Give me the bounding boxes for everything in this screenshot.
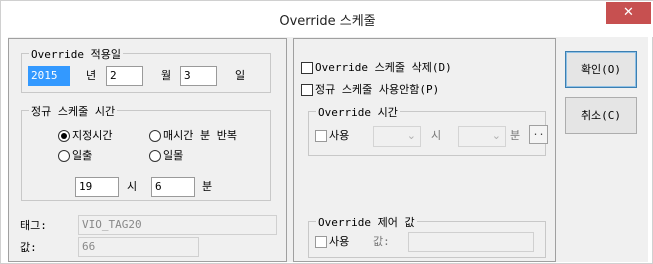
year-unit-label: 년 — [86, 69, 97, 82]
override-time-use-label: 사용 — [329, 129, 350, 142]
title-bar: Override 스케줄 ✕ — [1, 1, 653, 37]
chevron-down-icon: ⌄ — [406, 129, 416, 142]
minute-input[interactable]: 6 — [151, 177, 195, 197]
time-picker-button[interactable]: .. — [529, 125, 548, 144]
override-hour-unit: 시 — [431, 129, 442, 142]
value-field: 66 — [78, 237, 199, 257]
hour-input[interactable]: 19 — [75, 177, 119, 197]
day-unit-label: 일 — [235, 69, 246, 82]
override-minute-select[interactable]: ⌄ — [458, 126, 506, 147]
disable-regular-checkbox[interactable] — [301, 84, 313, 96]
override-value-use-checkbox[interactable] — [315, 236, 327, 248]
close-icon: ✕ — [623, 5, 634, 20]
dialog-window: Override 스케줄 ✕ Override 적용일 2015 년 2 월 3… — [0, 0, 653, 264]
radio-sunrise[interactable] — [58, 150, 70, 162]
override-value-label: 값: — [373, 235, 390, 248]
disable-regular-label: 정규 스케줄 사용안함(P) — [315, 83, 440, 96]
month-input[interactable]: 2 — [106, 66, 143, 86]
override-hour-select[interactable]: ⌄ — [373, 126, 421, 147]
close-button[interactable]: ✕ — [606, 2, 651, 24]
radio-fixed-time[interactable] — [58, 130, 70, 142]
delete-override-checkbox[interactable] — [301, 62, 313, 74]
radio-hourly-repeat[interactable] — [149, 130, 161, 142]
override-minute-unit: 분 — [510, 129, 521, 142]
override-value-input[interactable] — [408, 232, 534, 252]
chevron-down-icon: ⌄ — [491, 129, 501, 142]
value-label: 값: — [20, 241, 37, 254]
override-value-use-label: 사용 — [329, 235, 350, 248]
window-title: Override 스케줄 — [279, 14, 376, 29]
override-control-value-label: Override 제어 값 — [316, 214, 417, 230]
right-panel: Override 스케줄 삭제(D) 정규 스케줄 사용안함(P) Overri… — [293, 38, 556, 262]
hour-unit-label: 시 — [127, 180, 138, 193]
dialog-client: Override 적용일 2015 년 2 월 3 일 정규 스케줄 시간 지정… — [8, 37, 648, 262]
override-time-label: Override 시간 — [316, 104, 400, 120]
fixed-time-label: 지정시간 — [72, 129, 113, 142]
sunset-label: 일몰 — [163, 149, 184, 162]
override-apply-date-label: Override 적용일 — [29, 46, 123, 62]
tag-field: VIO_TAG20 — [78, 215, 277, 235]
minute-unit-label: 분 — [202, 180, 213, 193]
delete-override-label: Override 스케줄 삭제(D) — [315, 61, 452, 74]
cancel-button[interactable]: 취소(C) — [565, 97, 637, 134]
override-time-use-checkbox[interactable] — [315, 130, 327, 142]
regular-schedule-label: 정규 스케줄 시간 — [29, 103, 118, 119]
left-panel: Override 적용일 2015 년 2 월 3 일 정규 스케줄 시간 지정… — [8, 38, 287, 262]
ok-button[interactable]: 확인(O) — [565, 51, 637, 88]
month-unit-label: 월 — [161, 69, 172, 82]
tag-label: 태그: — [20, 219, 47, 232]
year-input[interactable]: 2015 — [28, 66, 70, 86]
day-input[interactable]: 3 — [180, 66, 217, 86]
sunrise-label: 일출 — [72, 149, 93, 162]
hourly-repeat-label: 매시간 분 반복 — [163, 129, 237, 142]
radio-sunset[interactable] — [149, 150, 161, 162]
